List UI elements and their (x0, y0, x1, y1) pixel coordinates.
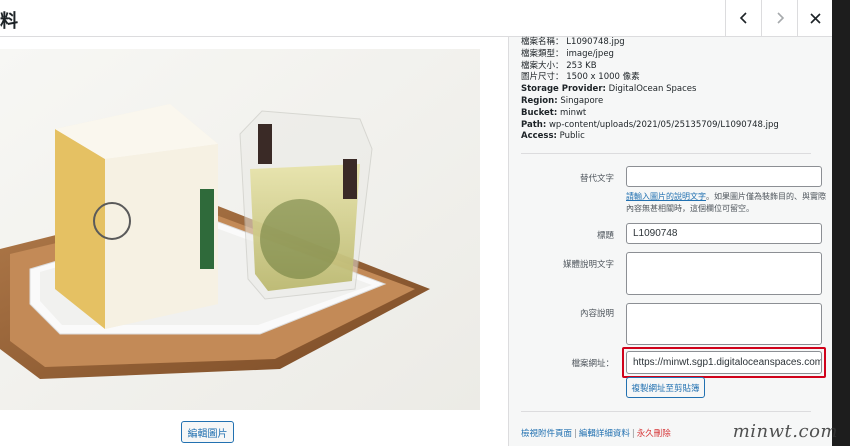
attachment-details-modal: 料 編輯圖片 檔案名稱： L1090748.jpg 檔案類型： image/jp… (0, 0, 832, 446)
alt-help-link[interactable]: 請輸入圖片的說明文字 (626, 192, 706, 201)
detail-storage-provider: Storage Provider: DigitalOcean Spaces (521, 84, 697, 95)
alt-text-label: 替代文字 (579, 174, 614, 184)
delete-permanently-link[interactable]: 永久刪除 (637, 429, 671, 439)
title-input[interactable]: L1090748 (626, 223, 822, 244)
edit-details-link[interactable]: 編輯詳細資料 (579, 429, 630, 439)
detail-bucket: Bucket: minwt (521, 107, 587, 118)
details-divider (521, 153, 811, 154)
file-url-label: 檔案網址： (571, 359, 614, 369)
watermark-logo: minwt.com (732, 421, 838, 442)
edit-image-button[interactable]: 編輯圖片 (181, 421, 234, 443)
attachment-image (0, 49, 480, 410)
file-details: 檔案名稱： L1090748.jpg 檔案類型： image/jpeg 檔案大小… (521, 37, 779, 143)
description-textarea[interactable] (626, 303, 822, 345)
url-highlight-box (622, 347, 826, 378)
image-pane: 編輯圖片 (0, 37, 508, 446)
modal-header: 料 (0, 0, 832, 37)
details-pane: 檔案名稱： L1090748.jpg 檔案類型： image/jpeg 檔案大小… (508, 37, 832, 446)
separator: | (574, 429, 577, 439)
view-attachment-link[interactable]: 檢視附件頁面 (521, 429, 572, 439)
actions-divider (521, 411, 811, 412)
description-label: 內容說明 (579, 309, 614, 319)
modal-title: 料 (0, 11, 18, 32)
detail-filetype: 檔案類型： image/jpeg (521, 48, 614, 59)
attachment-actions: 檢視附件頁面 | 編輯詳細資料 | 永久刪除 (521, 427, 671, 439)
copy-url-button[interactable]: 複製網址至剪貼簿 (626, 377, 705, 398)
next-button[interactable] (761, 0, 797, 36)
separator: | (631, 429, 635, 439)
chevron-right-icon (776, 12, 784, 24)
detail-path: Path: wp-content/uploads/2021/05/2513570… (521, 119, 779, 130)
detail-filesize: 檔案大小： 253 KB (521, 60, 597, 71)
alt-text-input[interactable] (626, 166, 822, 187)
caption-textarea[interactable] (626, 252, 822, 295)
close-icon (810, 12, 821, 24)
detail-region: Region: Singapore (521, 95, 604, 106)
chevron-left-icon (739, 12, 747, 24)
title-label: 標題 (596, 231, 614, 241)
caption-label: 媒體說明文字 (562, 260, 614, 270)
detail-access: Access: Public (521, 131, 585, 142)
previous-button[interactable] (725, 0, 761, 36)
scrollbar-track[interactable] (832, 0, 850, 446)
alt-text-help: 請輸入圖片的說明文字。如果圖片僅為裝飾目的、與實際內容無甚相關時，這個欄位可留空… (626, 192, 826, 213)
detail-dimensions: 圖片尺寸： 1500 x 1000 像素 (521, 72, 640, 83)
close-button[interactable] (797, 0, 833, 36)
detail-filename: 檔案名稱： L1090748.jpg (521, 37, 625, 47)
